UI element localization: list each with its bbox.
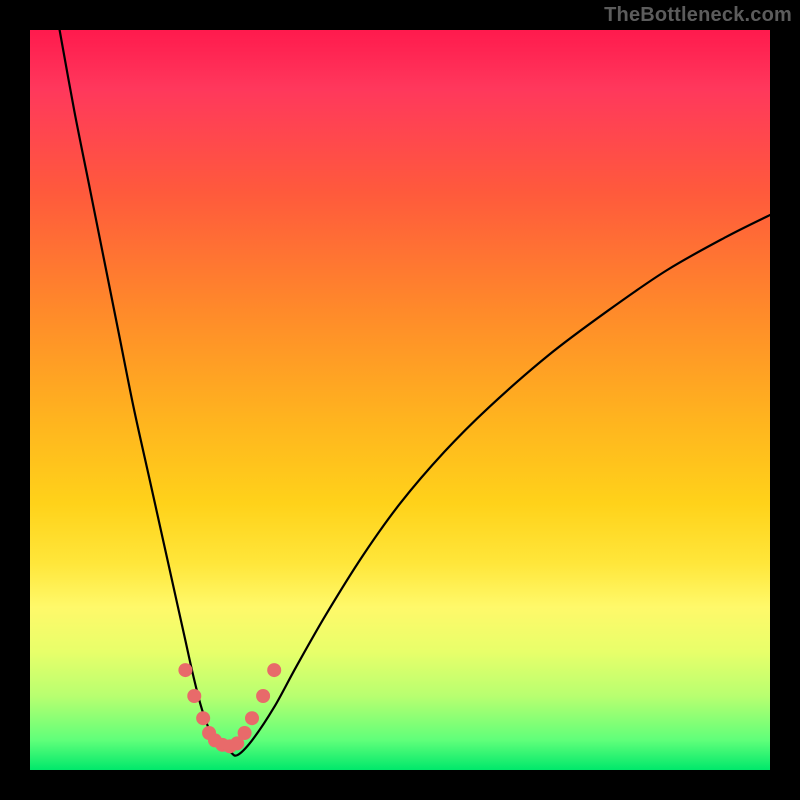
- chart-area: [30, 30, 770, 770]
- trough-marker-dot: [256, 689, 270, 703]
- trough-marker-dot: [267, 663, 281, 677]
- bottleneck-plot: [30, 30, 770, 770]
- bottleneck-curve-path: [60, 30, 770, 756]
- trough-marker-dot: [238, 726, 252, 740]
- trough-marker-dot: [187, 689, 201, 703]
- attribution-text: TheBottleneck.com: [604, 4, 792, 27]
- trough-marker-dot: [178, 663, 192, 677]
- trough-marker-dot: [196, 711, 210, 725]
- trough-marker-dot: [245, 711, 259, 725]
